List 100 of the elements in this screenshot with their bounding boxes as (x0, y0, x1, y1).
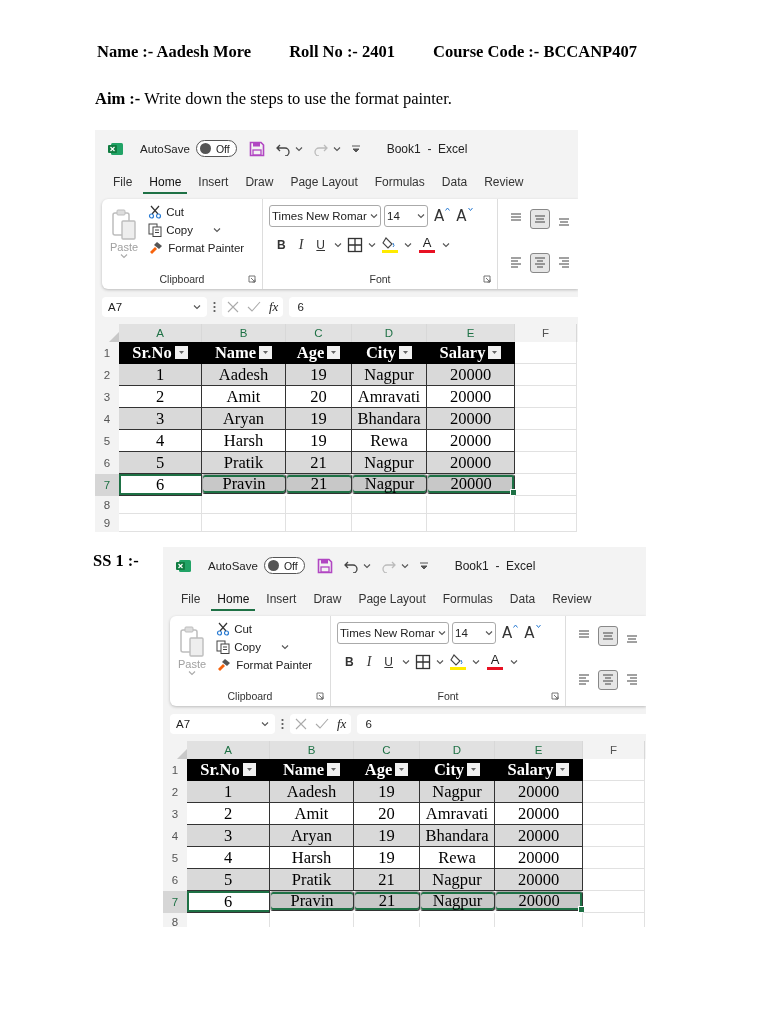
caret-icon[interactable] (261, 720, 269, 727)
caret-icon[interactable] (193, 303, 201, 310)
customize-icon[interactable] (350, 143, 361, 154)
underline-button[interactable]: U (380, 654, 397, 669)
italic-button[interactable]: I (294, 236, 308, 253)
ribbon-tab[interactable]: Page Layout (284, 170, 364, 194)
filter-dropdown[interactable] (556, 763, 570, 776)
row-number[interactable]: 9 (95, 514, 119, 532)
row-number[interactable]: 4 (95, 408, 119, 430)
fill-color-icon[interactable] (381, 236, 399, 253)
column-header[interactable]: B (202, 324, 286, 342)
ribbon-tab[interactable]: Review (546, 587, 598, 611)
caret-icon[interactable] (472, 658, 480, 665)
dialog-launcher-icon[interactable] (248, 275, 256, 283)
caret-icon[interactable] (400, 562, 409, 569)
font-color-button[interactable]: A (485, 653, 505, 670)
ribbon-tab[interactable]: Insert (260, 587, 303, 611)
format-painter-button[interactable]: Format Painter (148, 241, 245, 255)
caret-icon[interactable] (442, 241, 450, 248)
underline-button[interactable]: U (312, 237, 329, 252)
caret-icon[interactable] (213, 227, 221, 233)
row-number[interactable]: 3 (163, 803, 187, 825)
row-number[interactable]: 7 (163, 891, 187, 913)
column-header[interactable]: C (354, 741, 420, 759)
column-header[interactable]: C (286, 324, 352, 342)
dialog-launcher-icon[interactable] (483, 275, 491, 283)
filter-dropdown[interactable] (327, 346, 341, 359)
caret-icon[interactable] (417, 213, 425, 219)
bold-button[interactable]: B (341, 654, 358, 669)
middle-align-icon[interactable] (530, 209, 550, 229)
row-number[interactable]: 8 (95, 496, 119, 514)
borders-icon[interactable] (347, 236, 363, 253)
check-icon[interactable] (247, 300, 261, 313)
ribbon-tab[interactable]: Data (435, 170, 474, 194)
column-header[interactable]: B (270, 741, 354, 759)
ribbon-tab[interactable]: Home (211, 587, 256, 611)
grow-font-button[interactable]: A (431, 207, 451, 225)
bold-button[interactable]: B (273, 237, 290, 252)
name-box[interactable]: A7 (170, 713, 275, 734)
row-number[interactable]: 5 (163, 847, 187, 869)
row-number[interactable]: 6 (163, 869, 187, 891)
filter-dropdown[interactable] (399, 346, 413, 359)
insert-function-button[interactable]: fx (269, 298, 279, 315)
row-number[interactable]: 2 (95, 364, 119, 386)
name-box[interactable]: A7 (102, 296, 207, 317)
copy-button[interactable]: Copy (216, 640, 313, 654)
font-size-field[interactable]: 14 (452, 622, 496, 644)
dialog-launcher-icon[interactable] (551, 692, 559, 700)
font-size-field[interactable]: 14 (384, 205, 428, 227)
save-icon[interactable] (248, 140, 265, 157)
filter-dropdown[interactable] (327, 763, 341, 776)
autosave-toggle[interactable]: Off (263, 557, 305, 574)
font-name-field[interactable]: Times New Romar (269, 205, 381, 227)
filter-dropdown[interactable] (259, 346, 273, 359)
borders-icon[interactable] (415, 653, 431, 670)
column-header[interactable]: D (420, 741, 495, 759)
center-align-icon[interactable] (530, 253, 550, 273)
row-number[interactable]: 7 (95, 474, 119, 496)
cut-button[interactable]: Cut (216, 622, 313, 636)
row-number[interactable]: 2 (163, 781, 187, 803)
filter-dropdown[interactable] (395, 763, 409, 776)
format-painter-button[interactable]: Format Painter (216, 658, 313, 672)
column-header[interactable]: F (515, 324, 577, 342)
center-align-icon[interactable] (598, 670, 618, 690)
caret-icon[interactable] (281, 644, 289, 650)
autosave-toggle[interactable]: Off (195, 140, 237, 157)
ribbon-tab[interactable]: File (175, 587, 207, 611)
middle-align-icon[interactable] (598, 626, 618, 646)
copy-button[interactable]: Copy (148, 223, 245, 237)
customize-icon[interactable] (418, 560, 429, 571)
cut-button[interactable]: Cut (148, 205, 245, 219)
fill-handle[interactable] (510, 489, 517, 496)
ribbon-tab[interactable]: Page Layout (352, 587, 432, 611)
shrink-font-button[interactable]: A (453, 207, 473, 225)
column-header[interactable]: E (495, 741, 583, 759)
ribbon-tab[interactable]: Formulas (368, 170, 431, 194)
column-header[interactable]: A (119, 324, 202, 342)
caret-icon[interactable] (370, 213, 378, 219)
ribbon-tab[interactable]: Draw (239, 170, 280, 194)
filter-dropdown[interactable] (467, 763, 481, 776)
caret-icon[interactable] (362, 562, 371, 569)
filter-dropdown[interactable] (488, 346, 502, 359)
caret-icon[interactable] (334, 241, 342, 248)
fill-handle[interactable] (578, 906, 585, 913)
filter-dropdown[interactable] (174, 346, 188, 359)
row-number[interactable]: 3 (95, 386, 119, 408)
row-number[interactable]: 4 (163, 825, 187, 847)
caret-icon[interactable] (436, 658, 444, 665)
caret-icon[interactable] (510, 658, 518, 665)
shrink-font-button[interactable]: A (521, 624, 541, 642)
formula-field[interactable]: 6 (289, 296, 578, 317)
dialog-launcher-icon[interactable] (316, 692, 324, 700)
formula-field[interactable]: 6 (357, 713, 646, 734)
row-number[interactable]: 1 (95, 342, 119, 364)
column-header[interactable]: D (352, 324, 427, 342)
column-header[interactable]: F (583, 741, 645, 759)
caret-icon[interactable] (404, 241, 412, 248)
caret-icon[interactable] (438, 630, 446, 636)
ribbon-tab[interactable]: Insert (192, 170, 235, 194)
font-color-button[interactable]: A (417, 236, 437, 253)
